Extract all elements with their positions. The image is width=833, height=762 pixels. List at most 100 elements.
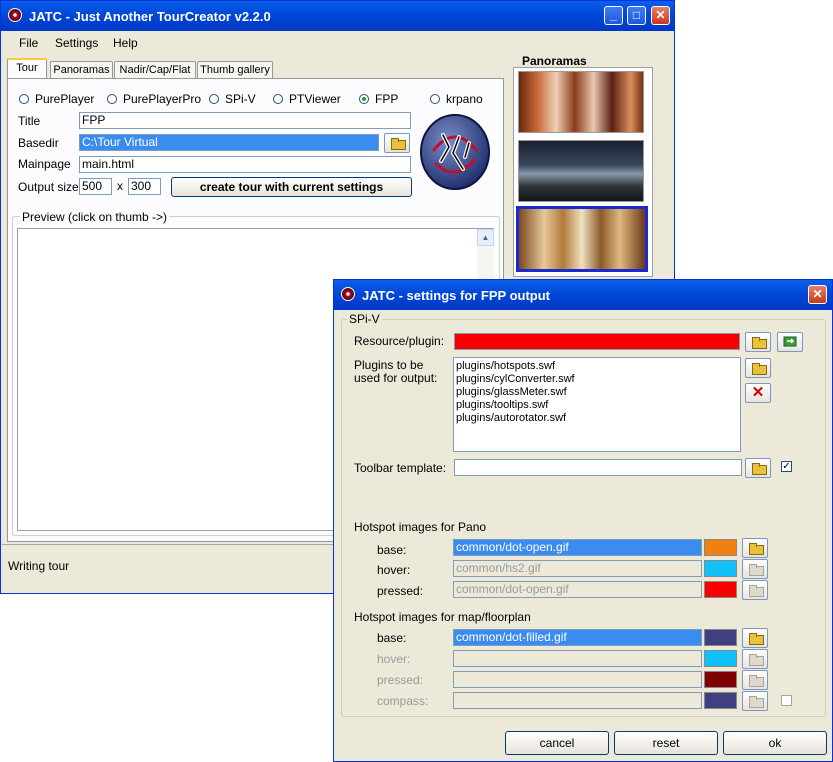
radio-spi-v[interactable]: SPi-V [209,92,256,106]
cancel-button[interactable]: cancel [505,731,609,755]
output-width-input[interactable]: 500 [79,178,112,195]
plugins-add-button[interactable] [745,358,771,378]
map-base-color-swatch[interactable] [704,629,737,646]
menubar: File Settings Help [1,31,674,53]
radio-pureplayer[interactable]: PurePlayer [19,92,94,106]
pano-hover-browse-button[interactable] [742,559,768,579]
map-compass-input[interactable] [453,692,702,709]
basedir-input[interactable]: C:\Tour Virtual [79,134,379,151]
radio-label: krpano [446,92,483,106]
pano-hotspots-title: Hotspot images for Pano [354,520,487,534]
logo-graphic [420,114,490,190]
resource-plugin-input[interactable] [454,333,740,350]
radio-krpano[interactable]: krpano [430,92,483,106]
pano-base-input[interactable]: common/dot-open.gif [453,539,702,556]
pano-base-browse-button[interactable] [742,538,768,558]
radio-label: PTViewer [289,92,341,106]
map-base-input[interactable]: common/dot-filled.gif [453,629,702,646]
panoramas-label: Panoramas [522,54,587,68]
list-item[interactable]: plugins/cylConverter.swf [456,373,738,386]
list-item[interactable]: plugins/autorotator.swf [456,412,738,425]
map-compass-label: compass: [377,694,429,708]
map-hover-input[interactable] [453,650,702,667]
plugins-label-line1: Plugins to be [354,358,424,372]
map-compass-browse-button[interactable] [742,691,768,711]
radio-button [430,94,440,104]
resource-browse-button[interactable] [745,332,771,352]
toolbar-template-label: Toolbar template: [354,461,447,475]
main-titlebar[interactable]: JATC - Just Another TourCreator v2.2.0 _… [1,1,674,31]
resource-label: Resource/plugin: [354,334,445,348]
basedir-browse-button[interactable] [384,133,410,153]
create-tour-button[interactable]: create tour with current settings [171,177,412,197]
pano-base-color-swatch[interactable] [704,539,737,556]
pano-pressed-input[interactable]: common/dot-open.gif [453,581,702,598]
app-icon [8,8,22,22]
radio-pureplayerpro[interactable]: PurePlayerPro [107,92,201,106]
pano-pressed-label: pressed: [377,584,424,598]
dialog-close-icon[interactable]: ✕ [808,285,827,304]
map-hover-browse-button[interactable] [742,649,768,669]
toolbar-template-input[interactable] [454,459,742,476]
map-pressed-color-swatch[interactable] [704,671,737,688]
pano-base-label: base: [377,543,407,557]
panorama-thumbnail[interactable] [518,140,644,202]
map-hotspots-title: Hotspot images for map/floorplan [354,610,531,624]
panorama-thumbnail-selected[interactable] [516,206,648,272]
mainpage-label: Mainpage [18,157,71,171]
scroll-up-icon[interactable]: ▲ [477,229,494,246]
tab-nadir-cap-flat[interactable]: Nadir/Cap/Flat [114,61,196,79]
map-base-browse-button[interactable] [742,628,768,648]
menu-help[interactable]: Help [113,36,138,50]
output-height-input[interactable]: 300 [128,178,161,195]
map-pressed-input[interactable] [453,671,702,688]
pano-pressed-color-swatch[interactable] [704,581,737,598]
toolbar-browse-button[interactable] [745,458,771,478]
preview-label: Preview (click on thumb ->) [20,210,170,224]
panorama-thumbnail[interactable] [518,71,644,133]
radio-button [273,94,283,104]
map-base-label: base: [377,631,407,645]
radio-label: FPP [375,92,399,106]
maximize-icon[interactable]: □ [627,6,646,25]
list-item[interactable]: plugins/hotspots.swf [456,360,738,373]
pano-hover-color-swatch[interactable] [704,560,737,577]
dialog-title: JATC - settings for FPP output [362,288,551,303]
app-icon [341,287,355,301]
list-item[interactable]: plugins/glassMeter.swf [456,386,738,399]
refresh-plugin-icon[interactable] [777,332,803,352]
menu-settings[interactable]: Settings [55,36,98,50]
radio-fpp[interactable]: FPP [359,92,398,106]
spi-v-group-title: SPi-V [347,312,382,326]
compass-checkbox[interactable] [781,695,792,706]
output-size-label: Output size [18,180,79,194]
menu-file[interactable]: File [19,36,38,50]
ok-button[interactable]: ok [723,731,827,755]
map-hover-label: hover: [377,652,411,666]
status-text: Writing tour [8,559,70,573]
map-hover-color-swatch[interactable] [704,650,737,667]
toolbar-checkbox[interactable]: ✓ [781,461,792,472]
list-item[interactable]: plugins/tooltips.swf [456,399,738,412]
dialog-titlebar[interactable]: JATC - settings for FPP output ✕ [334,280,832,310]
radio-ptviewer[interactable]: PTViewer [273,92,341,106]
remove-plugin-icon[interactable]: ✕ [745,383,771,403]
reset-button[interactable]: reset [614,731,718,755]
mainpage-input[interactable]: main.html [79,156,411,173]
map-compass-color-swatch[interactable] [704,692,737,709]
close-icon[interactable]: ✕ [651,6,670,25]
output-size-x: x [117,179,123,193]
tab-panoramas[interactable]: Panoramas [50,61,113,79]
tab-thumb-gallery[interactable]: Thumb gallery [197,61,273,79]
app-logo [419,113,491,191]
plugins-label-line2: used for output: [354,371,438,385]
pano-pressed-browse-button[interactable] [742,580,768,600]
minimize-icon[interactable]: _ [604,6,623,25]
tab-tour[interactable]: Tour [7,58,47,79]
title-label: Title [18,114,41,128]
radio-button [209,94,219,104]
pano-hover-input[interactable]: common/hs2.gif [453,560,702,577]
plugins-list[interactable]: plugins/hotspots.swf plugins/cylConverte… [453,357,741,452]
title-input[interactable]: FPP [79,112,411,129]
map-pressed-browse-button[interactable] [742,670,768,690]
